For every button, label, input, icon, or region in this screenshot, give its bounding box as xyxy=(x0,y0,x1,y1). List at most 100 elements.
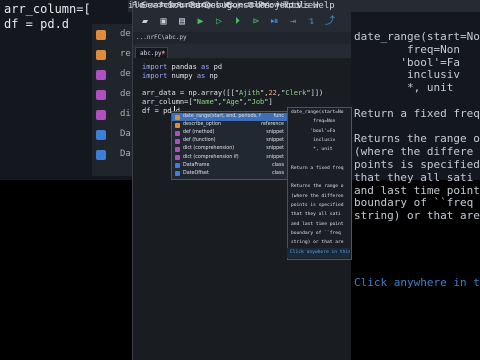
autocomplete-item-type: func xyxy=(273,114,284,119)
autocomplete-item[interactable]: def (function) snippet xyxy=(172,137,288,145)
autocomplete-item[interactable]: DataFrame class xyxy=(172,162,288,170)
autocomplete-popup: date_range(start, end, periods, freq, tz… xyxy=(171,111,289,180)
completion-icon xyxy=(96,50,106,60)
snippet-icon xyxy=(175,138,180,144)
code-line: arr_data = np.array([["Ajith",22,"Clerk"… xyxy=(142,89,323,97)
background-completion-label: di xyxy=(120,109,131,119)
code-line: arr_column=["Name","Age","Job"] xyxy=(142,98,273,106)
doc-line: (where the differen xyxy=(291,193,344,199)
background-doc-line: boundary of ``freq xyxy=(354,196,474,210)
code-token: pd xyxy=(209,63,223,71)
doc-line: freq=Non xyxy=(291,119,336,125)
completion-icon xyxy=(96,130,106,140)
background-menu-item: Help xyxy=(313,1,335,11)
background-completion-label: re xyxy=(120,49,131,59)
autocomplete-item[interactable]: date_range(start, end, periods, freq, tz… xyxy=(172,113,288,121)
doc-line: points is specified xyxy=(291,203,344,208)
save-icon[interactable]: ▣ xyxy=(158,16,170,28)
code-token: Name xyxy=(196,97,214,106)
autocomplete-item[interactable]: def (method) snippet xyxy=(172,129,288,137)
code-token: arr_data = np.array([[" xyxy=(142,89,239,98)
doc-line: Returns the range o xyxy=(291,184,344,190)
doc-line: boundary of ``freq xyxy=(291,230,341,236)
background-completion-label: Da xyxy=(120,149,131,159)
autocomplete-item-type: snippet xyxy=(266,146,284,152)
step-into-icon[interactable]: ↴ xyxy=(306,16,318,28)
step-return-icon[interactable]: ⤴ xyxy=(324,16,336,28)
background-completion-label: de xyxy=(120,69,131,79)
completion-icon xyxy=(96,110,106,120)
background-code-line: df = pd.d xyxy=(4,17,70,31)
background-doc-line: 'bool'=Fa xyxy=(354,55,460,69)
code-token: numpy xyxy=(167,71,197,80)
snippet-icon xyxy=(175,155,180,160)
background-doc-line: inclusiv xyxy=(354,68,460,82)
code-token: "] xyxy=(264,97,273,106)
background-doc-line: Return a fixed frequ xyxy=(354,106,480,120)
run-selection-icon[interactable]: ⊳ xyxy=(250,16,262,28)
documentation-tooltip: date_range(start=No freq=Non 'bool'=Fa i… xyxy=(287,107,352,260)
autocomplete-item-type: snippet xyxy=(266,154,284,160)
code-token: Ajith xyxy=(238,89,261,98)
doc-line: inclusiv xyxy=(291,137,336,143)
background-completion-label: Da xyxy=(120,129,131,139)
doc-line: date_range(start=No xyxy=(291,110,344,115)
code-line: import pandas as pd xyxy=(142,63,222,71)
code-token: pandas xyxy=(167,63,202,71)
background-doc-line: and last time point xyxy=(354,183,480,197)
doc-line: *, unit xyxy=(291,147,333,153)
autocomplete-item-type: snippet xyxy=(266,130,284,136)
doc-line: Return a fixed freq xyxy=(291,165,344,171)
autocomplete-item-name: date_range(start, end, periods, freq, tz… xyxy=(183,114,261,119)
debug-icon[interactable]: ⏯ xyxy=(269,16,281,28)
code-token: np xyxy=(205,71,218,80)
autocomplete-item-type: reference xyxy=(261,122,284,128)
background-doc-line: freq=Non xyxy=(354,42,460,56)
run-cell-advance-icon[interactable]: ⏵ xyxy=(232,16,244,28)
doc-tooltip-footer[interactable]: Click anywhere in this tooltip xyxy=(287,248,350,258)
run-cell-icon[interactable]: ▷ xyxy=(213,16,225,28)
code-token: Age xyxy=(226,97,239,106)
code-token: "," xyxy=(238,97,252,106)
snippet-icon xyxy=(175,146,180,152)
autocomplete-item[interactable]: dict (comprehension if) snippet xyxy=(172,154,288,162)
background-doc-line: Returns the range o xyxy=(354,132,480,146)
completion-icon xyxy=(96,90,106,100)
completion-icon xyxy=(96,150,106,160)
code-token: "," xyxy=(213,97,227,106)
step-icon[interactable]: ⇥ xyxy=(287,16,299,28)
autocomplete-item-name: def (function) xyxy=(183,138,216,144)
doc-line: 'bool'=Fa xyxy=(291,128,336,134)
completion-icon xyxy=(96,30,106,40)
background-completion-label: de xyxy=(120,29,131,39)
save-all-icon[interactable]: ▤ xyxy=(176,16,188,28)
autocomplete-item[interactable]: dict (comprehension) snippet xyxy=(172,145,288,153)
class-icon xyxy=(175,163,180,169)
autocomplete-item-name: dict (comprehension if) xyxy=(183,154,239,160)
code-token: 22 xyxy=(268,89,277,98)
completion-icon xyxy=(96,70,106,80)
background-code-line: arr_column=[ xyxy=(4,2,91,16)
autocomplete-item-type: class xyxy=(272,170,284,176)
autocomplete-item[interactable]: DateOffset class xyxy=(172,170,288,178)
background-menu-item: Run xyxy=(190,1,207,11)
folder-open-icon[interactable]: ▰ xyxy=(139,16,151,28)
func-icon xyxy=(175,114,180,120)
autocomplete-item[interactable]: describe_option reference xyxy=(172,121,288,129)
reference-icon xyxy=(175,122,180,128)
background-doc-line: points is specified xyxy=(354,158,480,171)
autocomplete-item-name: def (method) xyxy=(183,130,215,136)
background-completion-label: de xyxy=(120,89,131,99)
code-token: Clerk xyxy=(285,89,307,98)
doc-line: that they all sati xyxy=(291,212,341,218)
background-doc-line: (where the differe xyxy=(354,145,474,159)
class-icon xyxy=(175,171,180,177)
background-doc-line: *, unit xyxy=(354,81,454,95)
background-doc-footer: Click anywhere in t xyxy=(354,276,480,289)
doc-line: string) or that are xyxy=(291,240,344,246)
background-doc-line: date_range(start=No xyxy=(354,30,480,43)
doc-line: and last time point xyxy=(291,221,344,227)
run-icon[interactable]: ▶ xyxy=(195,16,207,28)
background-doc-line: string) or that are xyxy=(354,209,480,223)
autocomplete-item-type: class xyxy=(272,162,284,168)
